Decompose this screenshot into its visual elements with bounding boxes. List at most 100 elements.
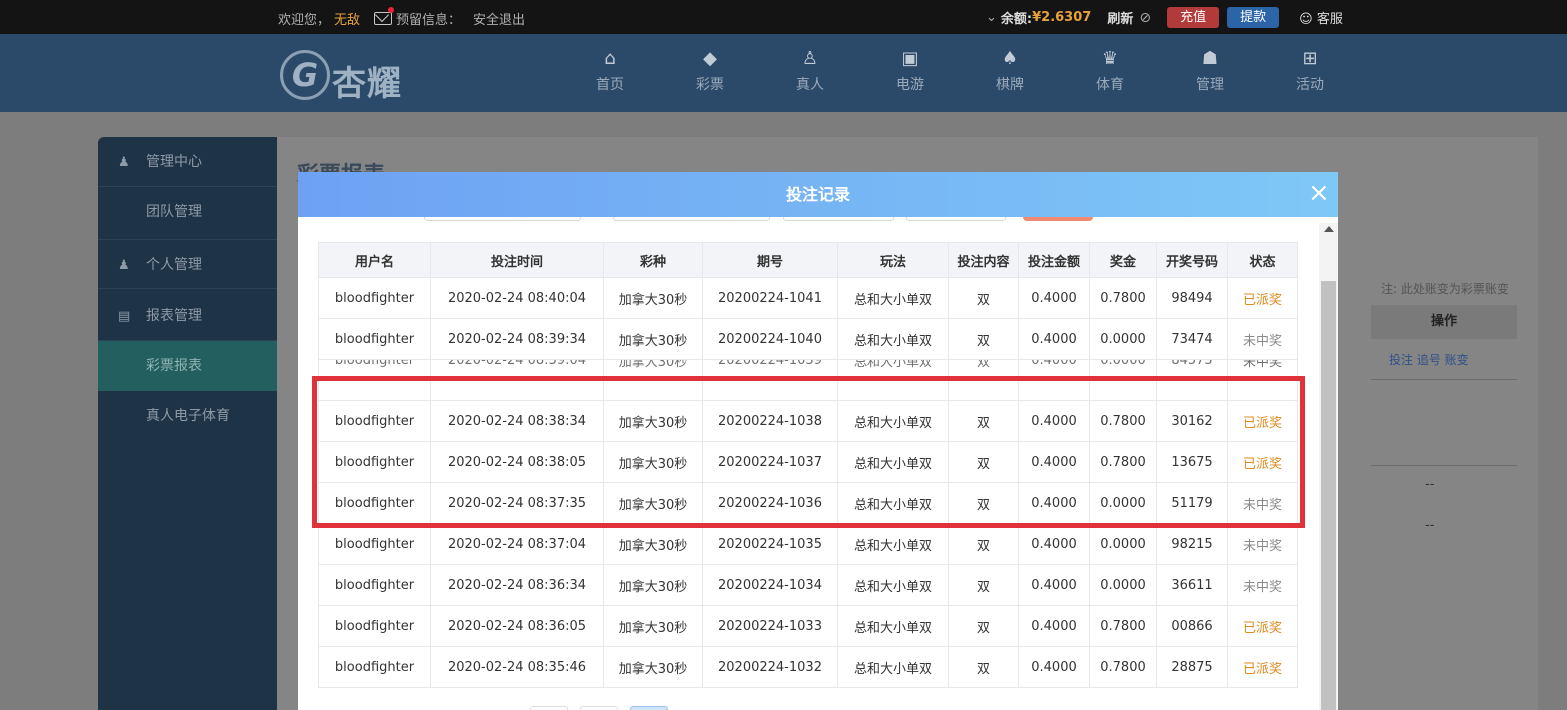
operation-links[interactable]: 投注 追号 账变	[1389, 351, 1469, 368]
table-cell: bloodfighter	[318, 400, 431, 442]
cell-text: 0.0000	[1100, 536, 1146, 552]
cell-text: 28875	[1171, 659, 1213, 675]
table-row: bloodfighter 2020-02-24 08:37:04 加拿大30秒 202…	[318, 523, 1298, 565]
table-cell: bloodfighter	[318, 605, 431, 647]
cell-text: 84575	[1171, 359, 1213, 368]
filter-input[interactable]	[613, 217, 770, 221]
refresh-link[interactable]: 刷新	[1107, 8, 1133, 27]
table-cell: bloodfighter	[318, 523, 431, 565]
table-cell: 2020-02-24 08:37:35	[430, 482, 604, 524]
cell-text: bloodfighter	[334, 618, 415, 634]
nav-label: 真人	[796, 77, 824, 93]
nav-home[interactable]: ⌂ 首页	[560, 48, 660, 94]
table-cell: 0.4000	[1018, 482, 1090, 524]
sidebar-item-team[interactable]: 团队管理	[98, 187, 277, 237]
site-logo[interactable]: G 杏耀	[280, 42, 425, 104]
table-cell: 双	[948, 605, 1019, 647]
cell-text: 双	[976, 333, 990, 349]
sidebar-item-personal[interactable]: ♟ 个人管理	[98, 239, 277, 289]
filter-select[interactable]	[783, 217, 894, 221]
sidebar-item-live-games-sports[interactable]: 真人电子体育	[98, 391, 277, 441]
table-cell: 总和大小单双	[837, 359, 949, 401]
table-cell: 加拿大30秒	[603, 605, 703, 647]
eye-hidden-icon[interactable]: ⊘	[1139, 10, 1151, 26]
table-cell: 加拿大30秒	[603, 441, 703, 483]
table-cell: 98215	[1156, 523, 1228, 565]
table-cell: 0.7800	[1089, 605, 1157, 647]
page-button[interactable]	[580, 706, 618, 710]
table-cell: 20200224-1035	[702, 523, 838, 565]
scrollbar-thumb[interactable]	[1321, 281, 1336, 710]
cell-text: 加拿大30秒	[618, 538, 688, 554]
nav-cards[interactable]: ♠ 棋牌	[960, 48, 1060, 94]
table-cell: 2020-02-24 08:36:34	[430, 564, 604, 606]
table-cell: 总和大小单双	[837, 441, 949, 483]
logout-link[interactable]: 安全退出	[473, 9, 525, 28]
nav-label: 彩票	[696, 77, 724, 93]
status-badge: 已派奖	[1242, 415, 1282, 431]
table-cell: 2020-02-24 08:38:05	[430, 441, 604, 483]
sidebar-item-admin-center[interactable]: ♟ 管理中心	[98, 137, 277, 187]
nav-sports[interactable]: ♛ 体育	[1060, 48, 1160, 94]
table-cell: 双	[948, 523, 1019, 565]
cell-text: 双	[976, 359, 990, 370]
chevron-down-icon[interactable]: ⌄	[986, 10, 997, 25]
username-link[interactable]: 无敌	[334, 9, 360, 28]
lottery-icon: ◆	[703, 48, 717, 69]
table-cell: 已派奖	[1227, 277, 1298, 319]
cell-text: bloodfighter	[334, 290, 415, 306]
mail-icon[interactable]	[374, 7, 395, 25]
table-cell: 00866	[1156, 605, 1228, 647]
nav-slots[interactable]: ▣ 电游	[860, 48, 960, 94]
users-icon: ♟	[118, 155, 130, 170]
deposit-button[interactable]: 充值	[1167, 7, 1220, 28]
nav-live[interactable]: ♙ 真人	[760, 48, 860, 94]
modal-scrollbar[interactable]	[1319, 223, 1338, 710]
filter-select[interactable]	[906, 217, 1006, 221]
table-header-row: 用户名 投注时间 彩种 期号 玩法 投注内容 投注金额 奖金 开奖号码 状态	[318, 242, 1298, 278]
sidebar: ♟ 管理中心 团队管理 ♟ 个人管理 ▤ 报表管理 彩票报表 真人电子体育	[98, 137, 277, 710]
cell-text: 20200224-1037	[718, 454, 822, 470]
cell-text: 总和大小单双	[853, 292, 932, 308]
scroll-up-icon[interactable]	[1324, 226, 1334, 232]
filter-input[interactable]	[424, 217, 581, 221]
column-header: 投注时间	[430, 242, 604, 278]
cell-text: bloodfighter	[334, 536, 415, 552]
column-header: 玩法	[837, 242, 949, 278]
cell-text: 总和大小单双	[853, 359, 932, 370]
nav-promotions[interactable]: ⊞ 活动	[1260, 48, 1360, 94]
cell-text: 加拿大30秒	[618, 579, 688, 595]
customer-service-label: 客服	[1316, 12, 1343, 27]
cell-text: 0.4000	[1031, 618, 1077, 634]
report-icon: ▤	[118, 309, 131, 324]
withdraw-button[interactable]: 提款	[1227, 7, 1280, 28]
table-cell: 0.4000	[1018, 605, 1090, 647]
table-cell: 2020-02-24 08:39:34	[430, 318, 604, 360]
nav-manage[interactable]: ☗ 管理	[1160, 48, 1260, 94]
sidebar-item-lottery-report[interactable]: 彩票报表	[98, 341, 277, 391]
table-row: bloodfighter 2020-02-24 08:39:04 加拿大30秒 202…	[318, 359, 1298, 401]
close-icon[interactable]: ×	[1308, 180, 1330, 206]
cell-text: 30162	[1171, 413, 1213, 429]
status-badge: 未中奖	[1242, 359, 1282, 370]
search-button[interactable]	[1023, 217, 1093, 221]
page-button-active[interactable]	[630, 706, 668, 710]
cell-text: 0.0000	[1100, 495, 1146, 511]
cell-text: 20200224-1041	[718, 290, 822, 306]
cell-text: 总和大小单双	[853, 538, 932, 554]
status-badge: 已派奖	[1242, 661, 1282, 677]
column-header: 投注金额	[1018, 242, 1090, 278]
cell-text: 加拿大30秒	[618, 359, 688, 370]
table-row: bloodfighter 2020-02-24 08:37:35 加拿大30秒 202…	[318, 482, 1298, 524]
cell-text: 加拿大30秒	[618, 620, 688, 636]
page-button[interactable]	[530, 706, 568, 710]
sidebar-item-reports[interactable]: ▤ 报表管理	[98, 291, 277, 341]
table-row: bloodfighter 2020-02-24 08:36:05 加拿大30秒 202…	[318, 605, 1298, 647]
modal-header: 投注记录 ×	[298, 172, 1338, 217]
nav-lottery[interactable]: ◆ 彩票	[660, 48, 760, 94]
main-header: G 杏耀 ⌂ 首页 ◆ 彩票 ♙ 真人 ▣ 电游 ♠ 棋牌 ♛ 体育 ☗ 管理 ⊞ 活动	[0, 34, 1567, 112]
cell-text: 2020-02-24 08:39:04	[447, 359, 587, 368]
customer-service-link[interactable]: ☺ 客服	[1299, 8, 1343, 27]
cell-text: 20200224-1039	[718, 359, 822, 368]
table-cell: 2020-02-24 08:35:46	[430, 646, 604, 688]
